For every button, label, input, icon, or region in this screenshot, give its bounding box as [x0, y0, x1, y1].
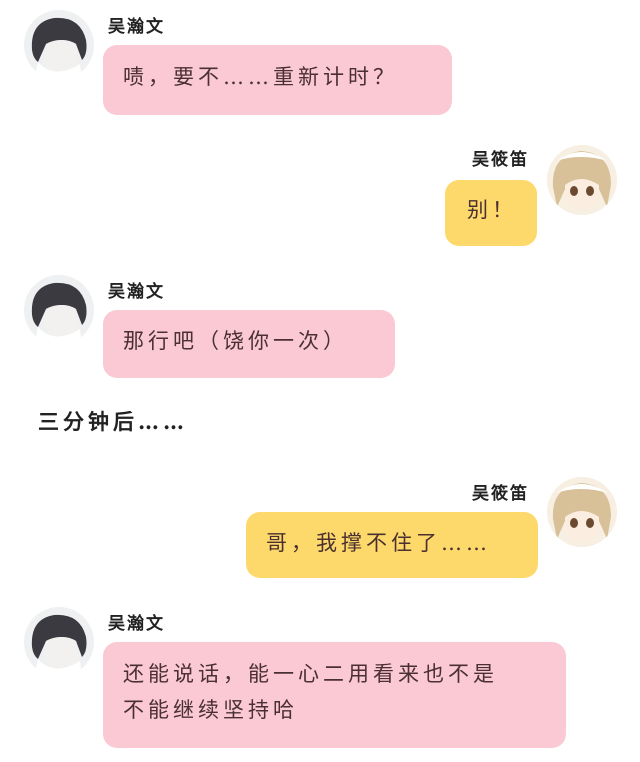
sender-name: 吴筱笛 — [472, 484, 529, 504]
message-text: 啧，要不……重新计时？ — [123, 65, 398, 89]
message-text: 别！ — [467, 198, 517, 222]
message-bubble[interactable]: 那行吧（饶你一次） — [103, 310, 395, 378]
girl-avatar-icon[interactable] — [547, 145, 617, 215]
boy-avatar-icon[interactable] — [24, 275, 94, 345]
message-text: 哥，我撑不住了…… — [266, 531, 491, 555]
message-bubble[interactable]: 啧，要不……重新计时？ — [103, 45, 452, 115]
message-bubble[interactable]: 哥，我撑不住了…… — [246, 512, 538, 578]
sender-name: 吴瀚文 — [108, 17, 165, 37]
message-text-line: 不能继续坚持哈 — [123, 697, 298, 722]
boy-avatar-icon[interactable] — [24, 10, 94, 80]
message-text: 那行吧（饶你一次） — [123, 329, 348, 353]
message-text-line: 还能说话，能一心二用看来也不是 — [123, 662, 498, 686]
sender-name: 吴筱笛 — [472, 150, 529, 170]
sender-name: 吴瀚文 — [108, 614, 165, 634]
boy-avatar-icon[interactable] — [24, 607, 94, 677]
narration-text: 三分钟后…… — [38, 409, 188, 434]
girl-avatar-icon[interactable] — [547, 477, 617, 547]
sender-name: 吴瀚文 — [108, 282, 165, 302]
message-bubble[interactable]: 还能说话，能一心二用看来也不是 不能继续坚持哈 — [103, 642, 566, 748]
message-bubble[interactable]: 别！ — [445, 180, 537, 246]
